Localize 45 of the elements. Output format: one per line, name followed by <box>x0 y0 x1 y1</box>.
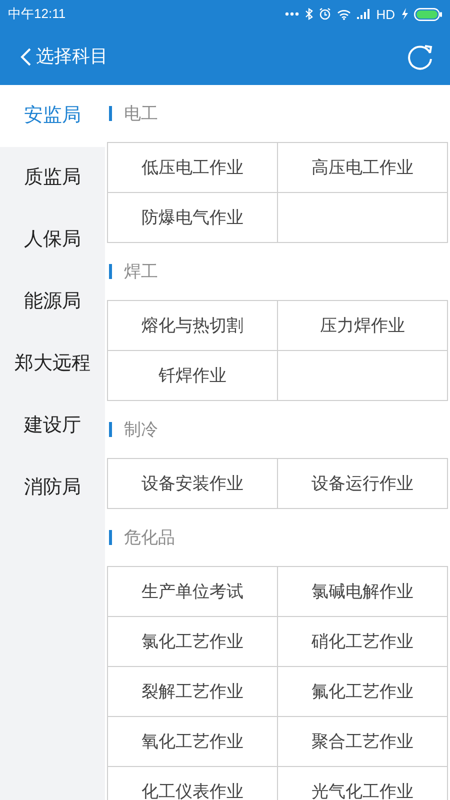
section-marker <box>109 264 112 279</box>
subject-option[interactable]: 设备安装作业 <box>108 459 278 509</box>
subject-option[interactable]: 氧化工艺作业 <box>108 717 278 767</box>
battery-icon <box>414 8 442 20</box>
sidebar-item[interactable]: 人保局 <box>0 209 105 271</box>
subject-option[interactable]: 防爆电气作业 <box>108 193 278 243</box>
section-marker <box>109 422 112 437</box>
subject-option[interactable]: 聚合工艺作业 <box>278 717 448 767</box>
section-title: 危化品 <box>124 526 175 549</box>
back-icon <box>20 46 32 66</box>
refresh-icon[interactable] <box>406 42 434 70</box>
sidebar-item[interactable]: 建设厅 <box>0 395 105 457</box>
subject-option[interactable]: 氟化工艺作业 <box>278 667 448 717</box>
subject-option[interactable]: 化工仪表作业 <box>108 767 278 800</box>
subject-option[interactable]: 裂解工艺作业 <box>108 667 278 717</box>
bluetooth-icon <box>305 8 314 20</box>
sidebar-item[interactable]: 郑大远程 <box>0 333 105 395</box>
subject-option[interactable]: 压力焊作业 <box>278 301 448 351</box>
subject-option[interactable]: 熔化与热切割 <box>108 301 278 351</box>
sidebar-item[interactable]: 安监局 <box>0 85 105 147</box>
more-icon <box>285 12 300 16</box>
sidebar-item[interactable]: 能源局 <box>0 271 105 333</box>
sidebar-item[interactable]: 消防局 <box>0 457 105 519</box>
back-button[interactable]: 选择科目 <box>20 43 108 70</box>
wifi-icon <box>337 8 352 20</box>
section-title: 电工 <box>124 102 158 125</box>
subject-option[interactable]: 高压电工作业 <box>278 143 448 193</box>
section-title: 焊工 <box>124 260 158 283</box>
signal-icon <box>357 9 370 19</box>
charging-icon <box>401 8 408 20</box>
alarm-icon <box>319 8 332 20</box>
section-title: 制冷 <box>124 418 158 441</box>
subject-option[interactable]: 氯化工艺作业 <box>108 617 278 667</box>
section-marker <box>109 106 112 121</box>
section-marker <box>109 530 112 545</box>
subject-option[interactable]: 低压电工作业 <box>108 143 278 193</box>
subject-option[interactable]: 生产单位考试 <box>108 567 278 617</box>
subject-option[interactable]: 硝化工艺作业 <box>278 617 448 667</box>
network-label: HD <box>376 8 395 20</box>
status-time: 中午12:11 <box>8 5 66 24</box>
subject-option[interactable]: 氯碱电解作业 <box>278 567 448 617</box>
subject-option[interactable]: 光气化工作业 <box>278 767 448 800</box>
sidebar-item[interactable]: 质监局 <box>0 147 105 209</box>
subject-option[interactable]: 设备运行作业 <box>278 459 448 509</box>
subject-option[interactable]: 钎焊作业 <box>108 351 278 401</box>
